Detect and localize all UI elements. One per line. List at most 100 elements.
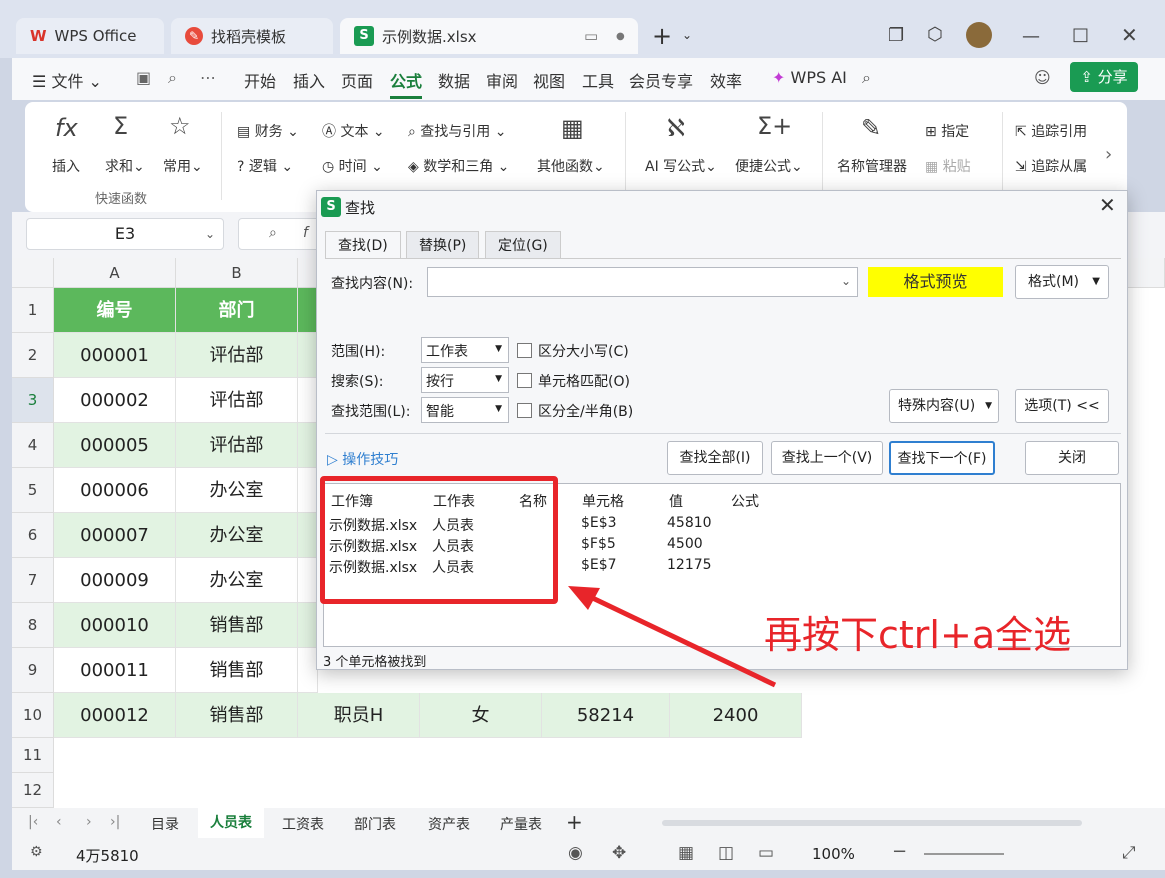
name-box[interactable]: E3 ⌄ <box>26 218 224 250</box>
select-all-corner[interactable] <box>12 258 54 288</box>
cell-id[interactable]: 000007 <box>54 513 176 558</box>
math-button[interactable]: ◈ 数学和三角 ⌄ <box>408 156 509 176</box>
row-header[interactable]: 7 <box>12 558 54 603</box>
lookup-button[interactable]: ⌕ 查找与引用 ⌄ <box>408 121 506 141</box>
cell-department[interactable]: 办公室 <box>176 513 298 558</box>
tab-workbook[interactable]: S 示例数据.xlsx ▭ ● <box>340 18 638 54</box>
paste-button[interactable]: ▦ 粘贴 <box>925 156 971 176</box>
cell-id[interactable]: 000011 <box>54 648 176 693</box>
row-header[interactable]: 1 <box>12 288 54 333</box>
sheet-tab-salary[interactable]: 工资表 <box>282 814 324 834</box>
sheet-tab-assets[interactable]: 资产表 <box>428 814 470 834</box>
cell-hidden[interactable] <box>298 468 318 513</box>
scope-select[interactable]: 工作表 ▼ <box>421 337 509 363</box>
cell-department[interactable]: 办公室 <box>176 468 298 513</box>
cell-hidden[interactable] <box>298 603 318 648</box>
name-manager-button[interactable]: 名称管理器 <box>837 156 907 176</box>
sheet-tab-catalog[interactable]: 目录 <box>151 814 179 834</box>
result-value[interactable]: 4500 <box>667 536 703 552</box>
special-content-button[interactable]: 特殊内容(U) ▼ <box>889 389 999 423</box>
result-cell[interactable]: $E$3 <box>581 515 617 531</box>
row-header[interactable]: 12 <box>12 773 54 808</box>
cell-id[interactable]: 000002 <box>54 378 176 423</box>
row-header[interactable]: 9 <box>12 648 54 693</box>
close-button[interactable]: 关闭 <box>1025 441 1119 475</box>
result-value[interactable]: 45810 <box>667 515 712 531</box>
convenient-formula-button[interactable]: 便捷公式⌄ <box>735 156 803 176</box>
sheet-tab-staff[interactable]: 人员表 <box>198 808 264 838</box>
cell-id[interactable]: 000009 <box>54 558 176 603</box>
format-button[interactable]: 格式(M) ▼ <box>1015 265 1109 299</box>
look-in-select[interactable]: 智能 ▼ <box>421 397 509 423</box>
close-dialog-icon[interactable]: ✕ <box>1099 193 1116 217</box>
window-layout-icon[interactable]: ❐ <box>888 25 904 46</box>
common-button[interactable]: 常用⌄ <box>163 156 203 176</box>
cube-icon[interactable]: ⬡ <box>927 24 943 45</box>
search-order-select[interactable]: 按行 ▼ <box>421 367 509 393</box>
trace-dependents-button[interactable]: ⇲ 追踪从属 <box>1015 156 1087 176</box>
file-menu[interactable]: ☰ 文件 ⌄ <box>32 68 102 92</box>
row-header[interactable]: 3 <box>12 378 54 423</box>
cell-hidden[interactable] <box>298 558 318 603</box>
header-cell-id[interactable]: 编号 <box>54 288 176 333</box>
trace-precedents-button[interactable]: ⇱ 追踪引用 <box>1015 121 1087 141</box>
cell-department[interactable]: 销售部 <box>176 648 298 693</box>
menu-member[interactable]: 会员专享 <box>629 68 693 92</box>
cell-id[interactable]: 000012 <box>54 693 176 738</box>
ribbon-scroll-right-icon[interactable]: › <box>1105 144 1112 165</box>
insert-function-button[interactable]: 插入 <box>52 156 80 176</box>
formula-input[interactable]: ⌕ f <box>238 218 328 250</box>
horizontal-scrollbar[interactable] <box>662 820 1082 826</box>
fullscreen-icon[interactable]: ⤢ <box>1122 843 1136 863</box>
maximize-icon[interactable]: □ <box>1072 24 1089 45</box>
match-case-checkbox[interactable]: 区分大小写(C) <box>517 341 629 361</box>
page-layout-icon[interactable]: ◫ <box>718 843 734 863</box>
add-sheet-icon[interactable]: + <box>566 810 583 834</box>
results-header-cell[interactable]: 单元格 <box>582 491 624 511</box>
avatar[interactable] <box>966 22 992 48</box>
menu-tools[interactable]: 工具 <box>582 68 614 92</box>
header-cell-hidden[interactable] <box>298 288 318 333</box>
cell-department[interactable]: 评估部 <box>176 333 298 378</box>
cell-id[interactable]: 000005 <box>54 423 176 468</box>
comment-icon[interactable]: ☺ <box>1034 68 1051 87</box>
menu-data[interactable]: 数据 <box>438 68 470 92</box>
zoom-out-icon[interactable]: − <box>892 841 907 862</box>
row-header[interactable]: 2 <box>12 333 54 378</box>
time-button[interactable]: ◷ 时间 ⌄ <box>322 156 383 176</box>
cell-hidden[interactable] <box>298 333 318 378</box>
page-break-icon[interactable]: ▭ <box>758 843 774 863</box>
menu-page[interactable]: 页面 <box>341 68 373 92</box>
options-button[interactable]: 选项(T) << <box>1015 389 1109 423</box>
match-width-checkbox[interactable]: 区分全/半角(B) <box>517 401 633 421</box>
tab-docer-templates[interactable]: ✎ 找稻壳模板 <box>171 18 333 54</box>
row-header[interactable]: 11 <box>12 738 54 773</box>
normal-view-icon[interactable]: ▦ <box>678 843 694 863</box>
row-header[interactable]: 10 <box>12 693 54 738</box>
result-value[interactable]: 12175 <box>667 557 712 573</box>
other-functions-button[interactable]: 其他函数⌄ <box>537 156 605 176</box>
row-header[interactable]: 8 <box>12 603 54 648</box>
prev-sheet-icon[interactable]: ‹ <box>56 814 62 830</box>
cell-hidden[interactable] <box>298 513 318 558</box>
tab-goto[interactable]: 定位(G) <box>485 231 561 259</box>
chevron-down-icon[interactable]: ⌄ <box>682 28 692 42</box>
first-sheet-icon[interactable]: |‹ <box>28 814 38 830</box>
tab-replace[interactable]: 替换(P) <box>406 231 480 259</box>
freeze-icon[interactable]: ✥ <box>612 843 626 863</box>
cell-id[interactable]: 000006 <box>54 468 176 513</box>
header-cell-dept[interactable]: 部门 <box>176 288 298 333</box>
finance-button[interactable]: ▤ 财务 ⌄ <box>237 121 299 141</box>
cell-department[interactable]: 评估部 <box>176 423 298 468</box>
results-header-formula[interactable]: 公式 <box>731 491 759 511</box>
tab-find[interactable]: 查找(D) <box>325 231 401 259</box>
menu-home[interactable]: 开始 <box>244 68 276 92</box>
cell-hidden[interactable] <box>298 648 318 693</box>
sheet-tab-department[interactable]: 部门表 <box>354 814 396 834</box>
cell-id[interactable]: 000001 <box>54 333 176 378</box>
menu-formula[interactable]: 公式 <box>390 68 423 99</box>
cell-department[interactable]: 办公室 <box>176 558 298 603</box>
result-cell[interactable]: $E$7 <box>581 557 617 573</box>
logic-button[interactable]: ? 逻辑 ⌄ <box>237 156 293 176</box>
next-sheet-icon[interactable]: › <box>86 814 92 830</box>
